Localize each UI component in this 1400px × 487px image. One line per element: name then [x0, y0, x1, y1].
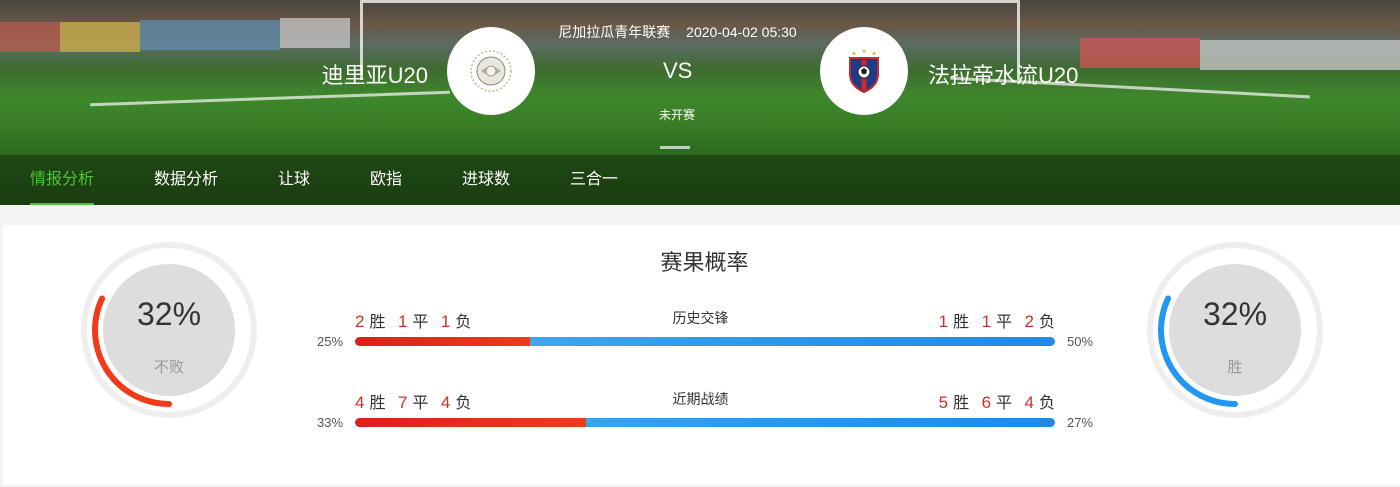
tab-intel-analysis[interactable]: 情报分析 — [30, 155, 95, 205]
left-gauge-label: 不败 — [153, 359, 184, 376]
win-word: 胜 — [953, 314, 970, 331]
home-recent-percent: 33% — [317, 415, 344, 430]
draw-count: 6 — [981, 393, 992, 412]
win-count: 5 — [938, 393, 949, 412]
h2h-progress-fill — [355, 337, 530, 346]
h2h-progress-bar — [355, 337, 1055, 346]
draw-count: 1 — [981, 312, 992, 331]
globe-crest-icon — [470, 50, 512, 92]
recent-form-row: 4胜 7平 4负 近期战绩 5胜 6平 4负 33% 27% — [313, 389, 1093, 449]
draw-word: 平 — [996, 395, 1013, 412]
match-status: 未开赛 — [659, 108, 696, 122]
loss-word: 负 — [1038, 314, 1055, 331]
shield-crest-icon — [849, 49, 879, 94]
win-count: 1 — [938, 312, 949, 331]
tab-three-in-one[interactable]: 三合一 — [570, 155, 618, 205]
right-gauge-percent: 32% — [1202, 296, 1268, 332]
field-line — [90, 90, 450, 107]
away-h2h-percent: 50% — [1066, 334, 1093, 349]
tab-total-goals[interactable]: 进球数 — [462, 155, 510, 205]
away-recent-record: 5胜 6平 4负 — [939, 389, 1055, 413]
right-gauge-label: 胜 — [1227, 359, 1243, 376]
win-word: 胜 — [953, 395, 970, 412]
away-team-logo[interactable] — [820, 27, 908, 115]
home-h2h-percent: 25% — [317, 334, 344, 349]
league-name: 尼加拉瓜青年联赛 — [558, 24, 671, 40]
away-recent-percent: 27% — [1066, 415, 1093, 430]
tab-european-odds[interactable]: 欧指 — [370, 155, 402, 205]
left-gauge: 32% 不败 — [79, 240, 259, 420]
loss-count: 4 — [1024, 393, 1034, 412]
loss-count: 2 — [1024, 312, 1034, 331]
loss-word: 负 — [1038, 395, 1055, 412]
probability-card: 赛果概率 32% 不败 32% 胜 2胜 1平 1负 历史交锋 1胜 1平 2负 — [3, 225, 1400, 485]
away-h2h-record: 1胜 1平 2负 — [939, 308, 1055, 332]
home-team-logo[interactable] — [447, 27, 535, 115]
field-line — [660, 146, 690, 149]
recent-progress-bar — [355, 418, 1055, 427]
recent-progress-fill — [355, 418, 586, 427]
tab-handicap[interactable]: 让球 — [278, 155, 310, 205]
away-team-name[interactable]: 法拉帝水流U20 — [928, 58, 1078, 90]
match-datetime: 2020-04-02 05:30 — [686, 24, 797, 40]
match-header: 尼加拉瓜青年联赛 2020-04-02 05:30 迪里亚U20 VS 未开赛 … — [0, 0, 1400, 205]
right-gauge: 32% 胜 — [1145, 240, 1325, 420]
vs-label: VS — [663, 58, 693, 83]
home-team-name[interactable]: 迪里亚U20 — [322, 58, 428, 90]
analysis-tabs: 情报分析 数据分析 让球 欧指 进球数 三合一 — [0, 155, 1400, 205]
tab-data-analysis[interactable]: 数据分析 — [154, 155, 218, 205]
draw-word: 平 — [996, 314, 1013, 331]
left-gauge-percent: 32% — [136, 296, 202, 332]
head-to-head-row: 2胜 1平 1负 历史交锋 1胜 1平 2负 25% 50% — [313, 308, 1093, 368]
match-meta: 尼加拉瓜青年联赛 2020-04-02 05:30 — [0, 22, 1355, 42]
